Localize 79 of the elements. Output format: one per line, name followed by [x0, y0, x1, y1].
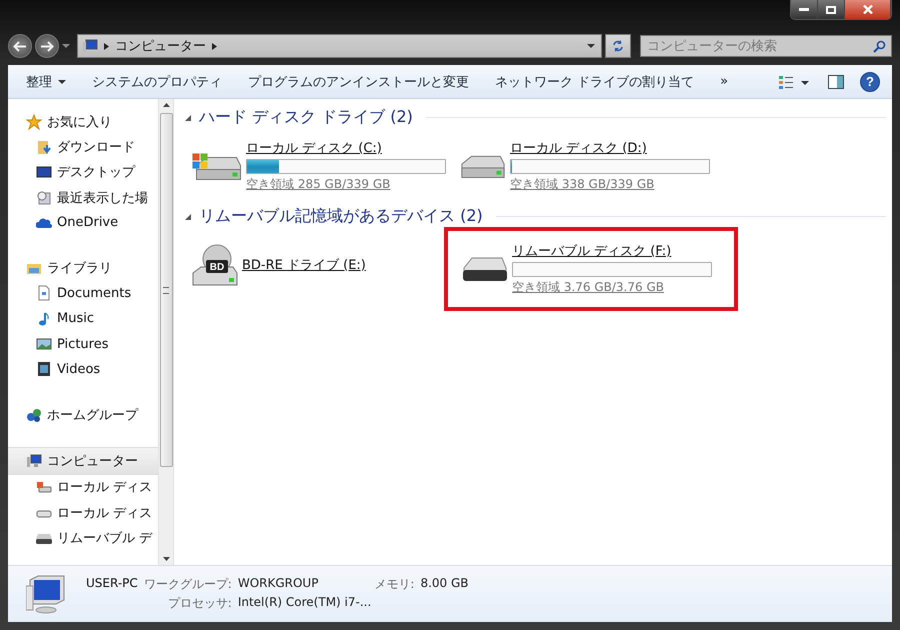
sidebar-item[interactable]: Documents — [8, 280, 158, 306]
sidebar-item[interactable]: お気に入り — [8, 109, 158, 134]
recent-icon — [36, 190, 52, 206]
search-field[interactable]: コンピューターの検索 — [640, 35, 892, 57]
minimize-icon — [799, 8, 809, 11]
toolbar-button[interactable]: 整理 — [16, 68, 76, 94]
help-button[interactable]: ? — [860, 72, 880, 92]
computer-icon — [26, 452, 42, 469]
maximize-button[interactable] — [818, 0, 845, 19]
chevron-icon[interactable] — [212, 42, 217, 50]
property-value: 8.00 GB — [420, 576, 469, 592]
sidebar-item[interactable]: ローカル ディス — [8, 474, 158, 500]
toolbar-button[interactable]: システムのプロパティ — [82, 68, 232, 94]
free-space-text: 空き領域 3.76 GB/3.76 GB — [512, 279, 665, 296]
property-label: ワークグループ: — [144, 576, 232, 593]
hard-drive-icon — [192, 152, 242, 180]
drive-name-link[interactable]: ローカル ディスク (C:) — [246, 139, 446, 157]
left-arrow-icon — [13, 40, 27, 52]
toolbar-button[interactable]: ネットワーク ドライブの割り当て — [485, 68, 704, 94]
forward-button[interactable] — [35, 34, 59, 58]
sidebar-item[interactable]: Pictures — [8, 331, 158, 357]
toolbar-button[interactable]: プログラムのアンインストールと変更 — [238, 68, 479, 94]
sidebar-item[interactable]: Videos — [8, 356, 158, 382]
section-heading: ハード ディスク ドライブ (2) — [199, 107, 413, 128]
drive-name-link[interactable]: ローカル ディスク (D:) — [510, 139, 710, 157]
sidebar-item[interactable]: コンピューター — [8, 447, 158, 475]
sidebar-item[interactable]: デスクトップ — [8, 160, 158, 185]
refresh-icon — [611, 39, 625, 53]
close-icon — [862, 5, 872, 14]
homegroup-icon — [26, 406, 42, 423]
free-space-text: 空き領域 338 GB/339 GB — [510, 176, 656, 193]
scrollbar[interactable] — [158, 99, 173, 565]
breadcrumb-item[interactable]: コンピューター — [115, 37, 206, 55]
maximize-icon — [826, 6, 836, 14]
picture-icon — [36, 336, 52, 352]
free-space-text: 空き領域 285 GB/339 GB — [246, 176, 392, 193]
system-disk-icon — [36, 479, 52, 496]
dropdown-caret-icon[interactable] — [587, 43, 595, 49]
search-icon — [873, 40, 886, 53]
overflow-button[interactable]: » — [710, 70, 738, 93]
back-button[interactable] — [8, 34, 32, 58]
section-heading: リムーバブル記憶域があるデバイス (2) — [199, 206, 483, 227]
sidebar-item[interactable]: Music — [8, 306, 158, 332]
computer-icon — [82, 39, 98, 53]
sidebar-item[interactable]: ダウンロード — [8, 134, 158, 160]
hard-drive-icon — [460, 154, 506, 178]
scroll-up-icon[interactable] — [162, 103, 170, 107]
video-icon — [36, 361, 52, 378]
caret-icon — [58, 80, 66, 84]
property-label: プロセッサ: — [166, 595, 232, 612]
document-icon — [36, 285, 52, 302]
sidebar-item[interactable]: 最近表示した場 — [8, 184, 158, 210]
close-button[interactable] — [845, 0, 891, 19]
minimize-button[interactable] — [791, 0, 818, 19]
right-arrow-icon — [40, 40, 54, 52]
drive-name-link[interactable]: BD-RE ドライブ (E:) — [242, 256, 366, 274]
removable-drive-icon — [462, 257, 508, 281]
refresh-button[interactable] — [605, 34, 631, 58]
sidebar-item[interactable]: OneDrive — [8, 210, 158, 236]
property-value: WORKGROUP — [238, 576, 318, 592]
desktop-icon — [36, 164, 52, 180]
drive-name-link[interactable]: リムーバブル ディスク (F:) — [512, 242, 712, 260]
list-view-icon — [778, 74, 810, 88]
property-label: メモリ: — [373, 576, 414, 593]
expander-icon[interactable] — [184, 212, 192, 220]
star-icon — [26, 114, 42, 130]
sidebar-item[interactable]: ローカル ディス — [8, 500, 158, 526]
computer-name: USER-PC — [86, 576, 138, 592]
sidebar-item[interactable]: リムーバブル デ — [8, 525, 158, 550]
scroll-down-icon[interactable] — [162, 557, 170, 561]
history-caret-icon[interactable] — [62, 43, 70, 49]
address-bar[interactable]: コンピューター — [77, 34, 602, 58]
expander-icon[interactable] — [184, 114, 192, 122]
sidebar-item[interactable]: ホームグループ — [8, 402, 158, 428]
download-icon — [36, 138, 52, 155]
pane-icon — [828, 74, 844, 88]
property-value: Intel(R) Core(TM) i7-... — [238, 595, 372, 611]
sidebar-item[interactable]: ライブラリ — [8, 255, 158, 281]
chevron-icon[interactable] — [104, 42, 109, 50]
